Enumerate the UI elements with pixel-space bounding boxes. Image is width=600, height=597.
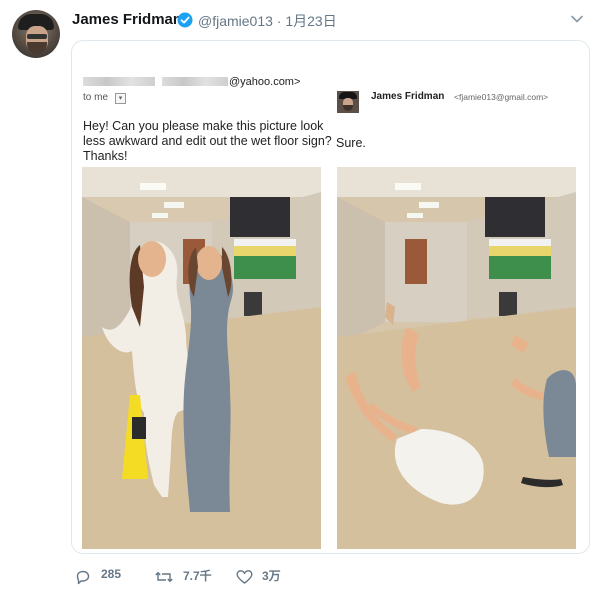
redacted-sender-name [83,77,155,86]
tweet-media[interactable]: @yahoo.com> to me ▾ Hey! Can you please … [71,40,590,554]
author-name[interactable]: James Fridman [72,11,182,28]
original-photo [82,167,321,549]
verified-badge-icon [177,12,193,28]
author-handle-and-date[interactable]: @fjamie013 · 1月23日 [198,11,337,31]
email-reply-text: Sure. [336,136,366,150]
author-avatar[interactable] [12,10,60,58]
email-request-text: Hey! Can you please make this picture lo… [83,119,332,163]
reply-count[interactable]: 285 [101,567,121,581]
reply-avatar-beard [343,105,353,111]
redacted-sender-email [162,77,228,86]
retweet-count[interactable]: 7.7千 [183,567,212,584]
avatar-glasses [27,34,47,39]
details-dropdown-icon: ▾ [115,93,126,104]
reply-sender-name: James Fridman [371,91,445,102]
like-icon[interactable] [236,569,253,585]
reply-sender-email: <fjamie013@gmail.com> [454,92,549,102]
like-count[interactable]: 3万 [262,567,281,584]
reply-icon[interactable] [75,569,91,585]
avatar-beard [27,42,47,54]
chevron-down-icon[interactable] [570,12,584,26]
sender-email-domain: @yahoo.com> [229,76,301,88]
retweet-icon[interactable] [155,569,173,585]
edited-photo [337,167,576,549]
reply-avatar [337,91,359,113]
recipient-label: to me [83,92,109,103]
